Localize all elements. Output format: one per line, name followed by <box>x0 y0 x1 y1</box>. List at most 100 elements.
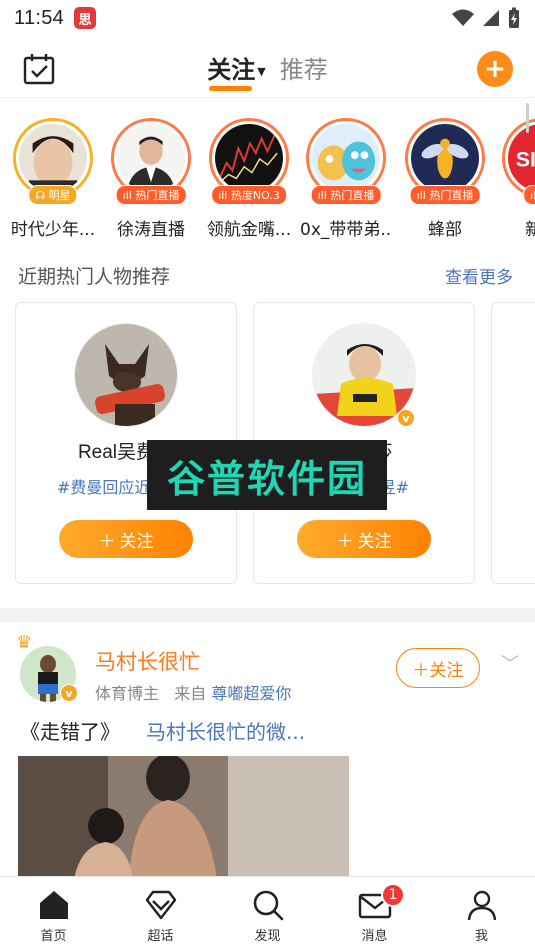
story-name: 新浪 <box>525 220 535 240</box>
signal-icon <box>483 10 499 26</box>
post-source-link[interactable]: 尊嘟超爱你 <box>211 684 291 703</box>
section-divider <box>0 608 535 622</box>
headphone-icon: ☊ <box>35 189 46 202</box>
recommend-title: 近期热门人物推荐 <box>18 266 171 288</box>
story-item[interactable]: ıll 热门直播 0x_带带弟... <box>300 118 392 240</box>
post-author-name[interactable]: 马村长很忙 <box>95 646 200 676</box>
story-badge: ıll 热门直播 <box>115 185 187 205</box>
photo <box>18 756 349 886</box>
person-icon <box>467 890 496 921</box>
plus-icon: ＋ <box>412 660 430 681</box>
plus-icon: + <box>484 54 506 84</box>
nav-profile[interactable]: 我 <box>428 877 535 951</box>
plus-icon: ＋ <box>336 531 354 552</box>
recommend-header: 近期热门人物推荐 查看更多 <box>18 262 513 289</box>
avatar <box>19 124 87 194</box>
wifi-icon <box>452 9 474 26</box>
story-badge: ıll 热门直播 <box>310 185 382 205</box>
svg-text:SIN: SIN <box>516 148 535 172</box>
story-badge: ıll 热门直播 <box>409 185 481 205</box>
story-item[interactable]: ıll 热门直播 蜂部 <box>399 118 491 240</box>
tab-following-label: 关注 <box>207 56 256 84</box>
feed-post[interactable]: ♛ v 马村长很忙 体育博主 来自 尊嘟超爱你 ＋关注 ﹀ 《走错了》 马村长很忙… <box>0 622 535 886</box>
nav-label: 消息 <box>361 929 388 944</box>
live-bars-icon: ıll <box>530 189 535 202</box>
nav-home[interactable]: 首页 <box>0 877 107 951</box>
story-avatar-ring: ıll 热门直播 <box>405 118 485 205</box>
app-notification-icon: 思 <box>74 7 97 29</box>
scrollbar[interactable] <box>526 103 529 133</box>
story-badge-text: 热度NO.3 <box>230 189 280 202</box>
see-more-link[interactable]: 查看更多 <box>445 263 513 288</box>
tab-recommended-label: 推荐 <box>279 56 328 84</box>
story-name: 蜂部 <box>428 220 462 240</box>
story-avatar-ring: ☊ 明星 <box>13 118 93 205</box>
story-badge: ☊ 明星 <box>28 185 78 205</box>
nav-label: 首页 <box>40 929 67 944</box>
story-badge-text: 明星 <box>48 189 71 202</box>
nav-discover[interactable]: 发现 <box>214 877 321 951</box>
story-badge: ıll 热 <box>523 185 535 205</box>
tab-following[interactable]: 关注 ▼ <box>207 50 266 91</box>
nav-messages[interactable]: 1 消息 <box>321 877 428 951</box>
story-avatar-ring: ıll 热门直播 <box>111 118 191 205</box>
chevron-down-icon[interactable]: ﹀ <box>501 650 519 676</box>
crown-icon: ♛ <box>16 632 33 653</box>
story-avatar-ring: ıll 热度NO.3 <box>209 118 289 205</box>
live-bars-icon: ıll <box>317 189 327 202</box>
live-bars-icon: ıll <box>416 189 426 202</box>
live-stories-row: ☊ 明星 时代少年... ıll 热门直播 徐涛直播 ıll 热度NO.3 领航… <box>0 118 535 242</box>
home-icon <box>39 891 68 919</box>
post-meta: 体育博主 来自 尊嘟超爱你 <box>95 680 291 704</box>
avatar <box>215 124 283 192</box>
story-badge-text: 热门直播 <box>135 189 180 202</box>
post-video-link[interactable]: 马村长很忙的微... <box>146 720 305 744</box>
status-icons <box>451 7 521 29</box>
avatar <box>312 124 380 192</box>
weibo-follow-feed: 11:54 思 关注 ▼ 推荐 + ☊ 明星 时代少年... ıll 热门直播 … <box>0 0 535 951</box>
story-avatar-ring: SIN ıll 热 <box>502 118 535 205</box>
watermark-text: 谷普软件园 <box>166 456 367 501</box>
watermark-logo: 谷普软件园 <box>147 440 387 510</box>
follow-label: 关注 <box>429 660 464 681</box>
feed-tabs: 关注 ▼ 推荐 <box>0 50 535 91</box>
status-bar: 11:54 思 <box>0 0 535 36</box>
follow-button[interactable]: ＋关注 <box>59 520 193 558</box>
post-author-role: 体育博主 <box>95 684 160 703</box>
story-name: 领航金嘴... <box>206 220 292 240</box>
caret-down-icon: ▼ <box>257 64 266 78</box>
avatar <box>117 124 185 192</box>
nav-supertopic[interactable]: 超话 <box>107 877 214 951</box>
verified-badge-icon: v <box>397 409 415 427</box>
story-name: 0x_带带弟... <box>300 220 392 240</box>
plus-icon: ＋ <box>98 531 116 552</box>
live-bars-icon: ıll <box>122 189 132 202</box>
post-body-text: 《走错了》 <box>20 720 120 744</box>
follow-label: 关注 <box>357 531 392 552</box>
verified-badge-icon: v <box>60 684 78 702</box>
follow-label: 关注 <box>119 531 154 552</box>
story-item[interactable]: ıll 热门直播 徐涛直播 <box>105 118 197 240</box>
battery-icon <box>509 7 519 28</box>
search-icon <box>253 890 283 921</box>
status-time: 11:54 <box>14 6 65 29</box>
story-name: 徐涛直播 <box>117 220 185 240</box>
follow-button[interactable]: ＋关注 <box>297 520 431 558</box>
story-badge-text: 热门直播 <box>429 189 474 202</box>
avatar <box>74 323 178 427</box>
story-name: 时代少年... <box>10 220 96 240</box>
story-item[interactable]: ☊ 明星 时代少年... <box>7 118 99 240</box>
story-item[interactable]: SIN ıll 热 新浪 <box>496 118 535 240</box>
nav-label: 超话 <box>147 929 174 944</box>
post-source-prefix: 来自 <box>174 684 207 703</box>
recommend-card-partial[interactable] <box>491 302 535 584</box>
post-text: 《走错了》 马村长很忙的微... <box>20 716 305 745</box>
avatar: SIN <box>508 124 535 192</box>
post-follow-button[interactable]: ＋关注 <box>396 648 480 688</box>
unread-badge: 1 <box>380 883 405 907</box>
add-button[interactable]: + <box>477 51 513 87</box>
post-media-image[interactable] <box>18 756 349 886</box>
story-item[interactable]: ıll 热度NO.3 领航金嘴... <box>203 118 295 240</box>
tab-recommended[interactable]: 推荐 <box>280 50 328 91</box>
story-avatar-ring: ıll 热门直播 <box>306 118 386 205</box>
